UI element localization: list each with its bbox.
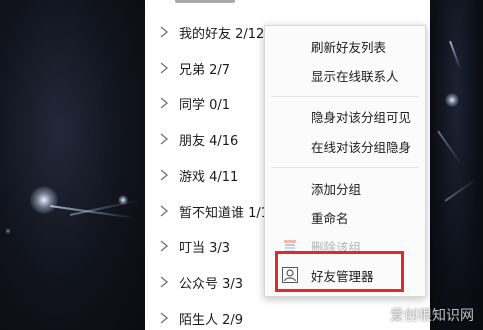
contact-group-label: 叮当 3/3 — [179, 240, 231, 256]
chevron-right-icon — [157, 96, 171, 110]
watermark-text: 爱创根知识网 — [390, 308, 474, 324]
chevron-right-icon — [157, 168, 171, 182]
menu-item-label: 添加分组 — [311, 181, 362, 197]
menu-item-invisible-visible[interactable]: 隐身对该分组可见 — [265, 103, 425, 129]
menu-item-label: 隐身对该分组可见 — [311, 109, 412, 125]
menu-item-add-group[interactable]: 添加分组 — [265, 175, 425, 201]
contact-group-label: 暂不知道谁 1/1 — [179, 205, 270, 221]
highlight-box — [275, 251, 404, 292]
wallpaper-strand — [444, 178, 477, 202]
wallpaper-strand — [49, 205, 135, 219]
contact-group-label: 游戏 4/11 — [179, 169, 239, 185]
watermark-logo-icon — [369, 306, 387, 324]
partial-previous-row — [145, 0, 430, 10]
wallpaper-sparkle — [30, 186, 58, 214]
chevron-right-icon — [157, 275, 171, 289]
wallpaper-strand — [437, 130, 462, 165]
menu-item-label: 显示在线联系人 — [311, 68, 399, 84]
wallpaper-sparkle — [5, 228, 11, 234]
chevron-right-icon — [157, 204, 171, 218]
contact-group-label: 陌生人 2/9 — [179, 312, 244, 328]
chevron-right-icon — [157, 239, 171, 253]
wallpaper-strand — [449, 40, 462, 70]
contact-group-row[interactable]: 陌生人 2/9 — [145, 301, 430, 330]
menu-separator — [271, 96, 419, 97]
contact-group-label: 我的好友 2/12 — [179, 26, 265, 42]
contact-group-label: 朋友 4/16 — [179, 133, 239, 149]
chevron-right-icon — [157, 61, 171, 75]
menu-item-refresh-friends[interactable]: 刷新好友列表 — [265, 33, 425, 59]
contact-group-label: 兄弟 2/7 — [179, 62, 231, 78]
chevron-right-icon — [157, 25, 171, 39]
wallpaper-right — [430, 0, 483, 330]
wallpaper-left — [0, 0, 145, 330]
wallpaper-sparkle — [445, 93, 459, 107]
menu-item-rename[interactable]: 重命名 — [265, 204, 425, 230]
menu-item-show-online[interactable]: 显示在线联系人 — [265, 62, 425, 88]
menu-item-label: 重命名 — [311, 210, 349, 226]
menu-item-label: 刷新好友列表 — [311, 39, 387, 55]
menu-item-online-hidden[interactable]: 在线对该分组隐身 — [265, 133, 425, 159]
menu-item-label: 在线对该分组隐身 — [311, 139, 412, 155]
menu-separator — [271, 167, 419, 168]
contact-group-label: 同学 0/1 — [179, 97, 231, 113]
contact-group-label: 公众号 3/3 — [179, 276, 244, 292]
chevron-right-icon — [157, 132, 171, 146]
screenshot-scene: 我的好友 2/12 兄弟 2/7 同学 0/1 朋友 4/16 游戏 4/11 … — [0, 0, 483, 330]
chevron-right-icon — [157, 311, 171, 325]
wallpaper-sparkle — [118, 195, 128, 205]
